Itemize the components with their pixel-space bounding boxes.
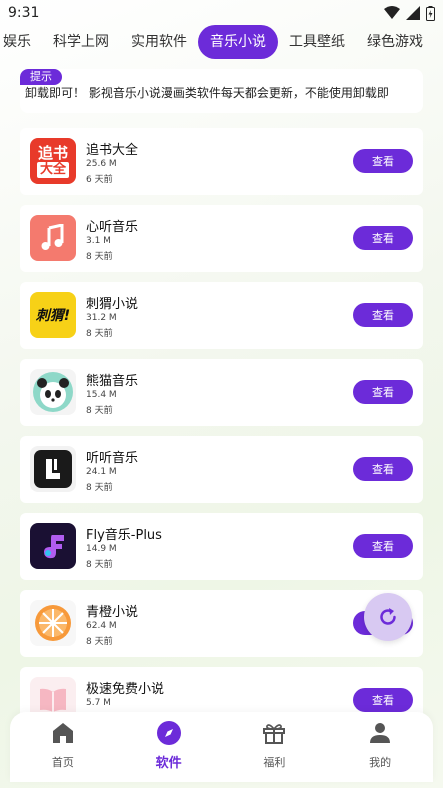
user-icon bbox=[367, 720, 393, 746]
app-time: 6 天前 bbox=[86, 175, 113, 185]
view-button[interactable]: 查看 bbox=[353, 688, 413, 712]
tab-science-internet[interactable]: 科学上网 bbox=[42, 25, 120, 59]
app-size: 24.1 M bbox=[86, 467, 117, 477]
nav-label: 首页 bbox=[51, 756, 74, 769]
notice-badge: 提示 bbox=[20, 69, 62, 85]
app-time: 8 天前 bbox=[86, 637, 113, 647]
app-size: 31.2 M bbox=[86, 313, 117, 323]
battery-icon bbox=[426, 5, 435, 21]
app-size: 3.1 M bbox=[86, 236, 111, 246]
tab-entertainment[interactable]: 娱乐 bbox=[0, 25, 42, 59]
fly-icon bbox=[30, 523, 76, 569]
nav-label: 福利 bbox=[263, 756, 286, 769]
list-item[interactable]: 青橙小说 62.4 M 8 天前 查看 bbox=[20, 590, 423, 657]
app-size: 62.4 M bbox=[86, 621, 117, 631]
ciwei-icon: 刺猬! bbox=[30, 292, 76, 338]
view-button[interactable]: 查看 bbox=[353, 149, 413, 173]
zhuishu-icon: 追书 大全 bbox=[30, 138, 76, 184]
app-time: 8 天前 bbox=[86, 329, 113, 339]
status-icons bbox=[384, 5, 435, 21]
category-tabs: 娱乐 科学上网 实用软件 音乐小说 工具壁纸 绿色游戏 bbox=[0, 24, 434, 60]
list-item[interactable]: 追书 大全 追书大全 25.6 M 6 天前 查看 bbox=[20, 128, 423, 195]
gift-icon bbox=[261, 720, 287, 746]
status-bar: 9:31 bbox=[0, 0, 443, 26]
app-name: 熊猫音乐 bbox=[86, 374, 139, 389]
status-time: 9:31 bbox=[8, 5, 40, 21]
nav-home[interactable]: 首页 bbox=[10, 712, 116, 782]
app-name: 极速免费小说 bbox=[86, 682, 165, 697]
nav-mine[interactable]: 我的 bbox=[327, 712, 433, 782]
app-list: 追书 大全 追书大全 25.6 M 6 天前 查看 心听音乐 3.1 M 8 天… bbox=[20, 128, 423, 744]
list-item[interactable]: 熊猫音乐 15.4 M 8 天前 查看 bbox=[20, 359, 423, 426]
orange-icon bbox=[30, 600, 76, 646]
list-item[interactable]: 听听音乐 24.1 M 8 天前 查看 bbox=[20, 436, 423, 503]
app-name: 刺猬小说 bbox=[86, 297, 139, 312]
list-item[interactable]: 刺猬! 刺猬小说 31.2 M 8 天前 查看 bbox=[20, 282, 423, 349]
app-time: 8 天前 bbox=[86, 483, 113, 493]
compass-icon bbox=[156, 720, 182, 746]
tingting-icon bbox=[30, 446, 76, 492]
app-time: 8 天前 bbox=[86, 252, 113, 262]
list-item[interactable]: 心听音乐 3.1 M 8 天前 查看 bbox=[20, 205, 423, 272]
app-size: 15.4 M bbox=[86, 390, 117, 400]
signal-icon bbox=[406, 6, 420, 20]
nav-label: 软件 bbox=[155, 756, 182, 771]
view-button[interactable]: 查看 bbox=[353, 380, 413, 404]
tab-music-novel[interactable]: 音乐小说 bbox=[198, 25, 278, 59]
panda-icon bbox=[30, 369, 76, 415]
tab-utility-software[interactable]: 实用软件 bbox=[120, 25, 198, 59]
app-name: Fly音乐-Plus bbox=[86, 528, 162, 543]
app-size: 5.7 M bbox=[86, 698, 111, 708]
app-name: 青橙小说 bbox=[86, 605, 139, 620]
home-icon bbox=[50, 720, 76, 746]
app-name: 追书大全 bbox=[86, 143, 139, 158]
view-button[interactable]: 查看 bbox=[353, 534, 413, 558]
nav-software[interactable]: 软件 bbox=[116, 712, 222, 782]
nav-welfare[interactable]: 福利 bbox=[222, 712, 328, 782]
app-time: 8 天前 bbox=[86, 560, 113, 570]
app-name: 听听音乐 bbox=[86, 451, 139, 466]
music-note-icon bbox=[30, 215, 76, 261]
notice-banner: 提示 卸载即可！ 影视音乐小说漫画类软件每天都会更新，不能使用卸载即 bbox=[20, 69, 423, 113]
tab-green-games[interactable]: 绿色游戏 bbox=[356, 25, 434, 59]
wifi-icon bbox=[384, 6, 400, 19]
app-name: 心听音乐 bbox=[86, 220, 139, 235]
app-size: 14.9 M bbox=[86, 544, 117, 554]
view-button[interactable]: 查看 bbox=[353, 303, 413, 327]
refresh-button[interactable] bbox=[364, 593, 412, 641]
view-button[interactable]: 查看 bbox=[353, 226, 413, 250]
view-button[interactable]: 查看 bbox=[353, 457, 413, 481]
nav-label: 我的 bbox=[369, 756, 392, 769]
app-size: 25.6 M bbox=[86, 159, 117, 169]
app-time: 8 天前 bbox=[86, 406, 113, 416]
notice-text: 卸载即可！ 影视音乐小说漫画类软件每天都会更新，不能使用卸载即 bbox=[25, 86, 389, 100]
tab-tools-wallpaper[interactable]: 工具壁纸 bbox=[278, 25, 356, 59]
refresh-icon bbox=[380, 608, 396, 625]
bottom-nav: 首页 软件 福利 我的 bbox=[10, 712, 433, 782]
list-item[interactable]: Fly音乐-Plus 14.9 M 8 天前 查看 bbox=[20, 513, 423, 580]
